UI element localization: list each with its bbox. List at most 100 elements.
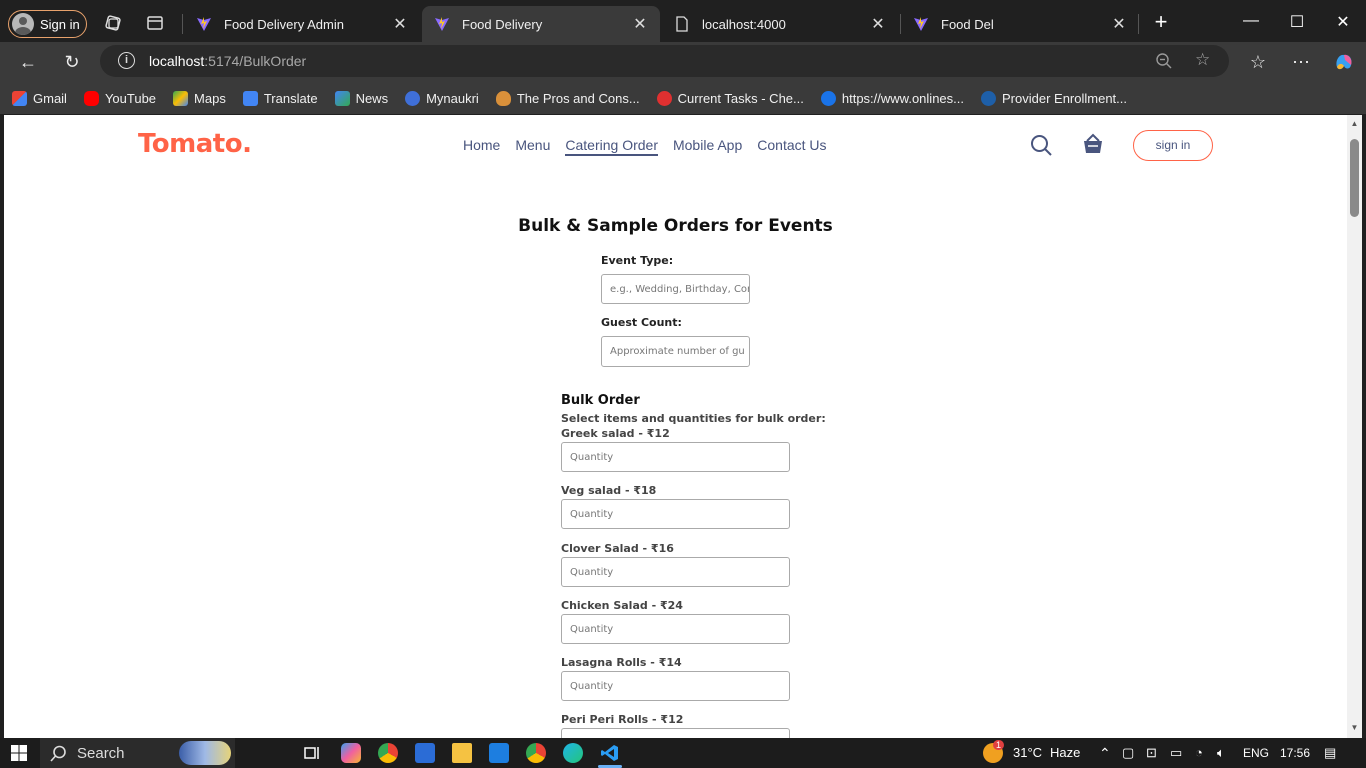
- back-button[interactable]: ←: [17, 51, 39, 73]
- item-label-peri-peri-rolls: Peri Peri Rolls - ₹12: [561, 713, 684, 726]
- copilot-icon[interactable]: [1333, 51, 1355, 73]
- tab-title: localhost:4000: [702, 16, 786, 32]
- maximize-button[interactable]: ☐: [1286, 12, 1308, 32]
- bookmark-youtube[interactable]: YouTube: [83, 90, 156, 106]
- language-indicator[interactable]: ENG: [1243, 746, 1269, 760]
- bookmark-pros-cons[interactable]: The Pros and Cons...: [495, 90, 640, 106]
- quantity-input-chicken-salad[interactable]: Quantity: [561, 614, 790, 644]
- page-viewport: Tomato. Home Menu Catering Order Mobile …: [4, 115, 1347, 738]
- item-label-veg-salad: Veg salad - ₹18: [561, 484, 657, 497]
- minimize-button[interactable]: —: [1240, 12, 1262, 30]
- scroll-up-icon[interactable]: ▲: [1350, 119, 1359, 128]
- tab-title: Food Delivery Admin: [224, 16, 344, 32]
- reload-button[interactable]: ↻: [61, 51, 83, 73]
- workspaces-icon[interactable]: [104, 14, 122, 32]
- tab-food-del[interactable]: Food Del ✕: [901, 6, 1139, 42]
- tray-app-icon[interactable]: ▢: [1122, 745, 1134, 761]
- search-icon[interactable]: [1030, 134, 1052, 156]
- bulk-order-heading: Bulk Order: [561, 393, 640, 408]
- youtube-icon: [83, 90, 99, 106]
- close-window-button[interactable]: ✕: [1332, 12, 1354, 32]
- bookmark-news[interactable]: News: [334, 90, 388, 106]
- site-logo[interactable]: Tomato.: [138, 129, 252, 159]
- file-explorer-icon[interactable]: [452, 743, 472, 763]
- close-icon[interactable]: ✕: [1111, 14, 1127, 34]
- bookmark-onlines[interactable]: https://www.onlines...: [820, 90, 964, 106]
- item-label-lasagna-rolls: Lasagna Rolls - ₹14: [561, 656, 682, 669]
- item-label-chicken-salad: Chicken Salad - ₹24: [561, 599, 683, 612]
- translate-icon: [242, 90, 258, 106]
- search-highlight-icon: [179, 741, 231, 765]
- tab-food-delivery-admin[interactable]: Food Delivery Admin ✕: [184, 6, 420, 42]
- copilot-app-icon[interactable]: [341, 743, 361, 763]
- zoom-icon[interactable]: [1155, 52, 1173, 70]
- event-type-input[interactable]: e.g., Wedding, Birthday, Corp: [601, 274, 750, 304]
- close-icon[interactable]: ✕: [870, 14, 886, 34]
- bookmark-mynaukri[interactable]: Mynaukri: [405, 90, 479, 106]
- favorite-star-icon[interactable]: ☆: [1195, 50, 1210, 70]
- flame-icon: [495, 90, 511, 106]
- edge-icon[interactable]: [563, 743, 583, 763]
- volume-icon[interactable]: 🔈︎: [1217, 745, 1225, 761]
- store-icon[interactable]: [415, 743, 435, 763]
- scroll-thumb[interactable]: [1350, 139, 1359, 217]
- weather-desc[interactable]: Haze: [1050, 745, 1080, 760]
- browser-tab-bar: Sign in Food Delivery Admin ✕ Food Deliv…: [0, 0, 1366, 46]
- chrome-profile-icon[interactable]: [526, 743, 546, 763]
- tab-title: Food Delivery: [462, 16, 543, 32]
- tab-localhost-4000[interactable]: localhost:4000 ✕: [662, 6, 898, 42]
- quantity-input-clover-salad[interactable]: Quantity: [561, 557, 790, 587]
- wifi-icon[interactable]: ◔: [1195, 745, 1203, 760]
- new-tab-button[interactable]: +: [1150, 9, 1172, 35]
- tab-actions-icon[interactable]: [146, 14, 164, 32]
- signin-button[interactable]: sign in: [1133, 130, 1213, 161]
- taskbar-search[interactable]: Search: [40, 738, 235, 768]
- quantity-input-peri-peri-rolls[interactable]: Quantity: [561, 728, 790, 738]
- windows-taskbar: Search 1 31°C Haze ⌃ ▢ ⊡ ▭ ◔ 🔈︎ ENG 17:5…: [0, 738, 1366, 768]
- more-options-icon[interactable]: ⋯: [1290, 51, 1312, 73]
- quantity-input-veg-salad[interactable]: Quantity: [561, 499, 790, 529]
- page-scrollbar[interactable]: ▲ ▼: [1347, 115, 1362, 738]
- battery-icon[interactable]: ▭: [1170, 745, 1182, 761]
- menu-contact-us[interactable]: Contact Us: [757, 137, 826, 156]
- weather-temp[interactable]: 31°C: [1013, 745, 1042, 760]
- page-favicon-icon: [676, 16, 688, 32]
- close-icon[interactable]: ✕: [392, 14, 408, 34]
- close-icon[interactable]: ✕: [632, 14, 648, 34]
- notifications-icon[interactable]: ▤: [1324, 745, 1336, 761]
- menu-menu[interactable]: Menu: [515, 137, 550, 156]
- site-info-icon[interactable]: i: [118, 52, 135, 69]
- mynaukri-icon: [405, 90, 421, 106]
- gmail-icon: [12, 90, 27, 106]
- bookmarks-bar: Gmail YouTube Maps Translate News Mynauk…: [0, 82, 1366, 114]
- task-view-icon[interactable]: [302, 743, 322, 763]
- tab-title: Food Del: [941, 16, 994, 32]
- tray-network-alert-icon[interactable]: ⊡: [1146, 745, 1157, 761]
- bookmark-maps[interactable]: Maps: [173, 90, 226, 106]
- quantity-input-greek-salad[interactable]: Quantity: [561, 442, 790, 472]
- bookmark-provider-enrollment[interactable]: Provider Enrollment...: [981, 90, 1127, 106]
- menu-catering-order[interactable]: Catering Order: [565, 137, 658, 156]
- vite-favicon-icon: [435, 17, 449, 31]
- tab-food-delivery[interactable]: Food Delivery ✕: [422, 6, 660, 42]
- menu-home[interactable]: Home: [463, 137, 500, 156]
- scroll-down-icon[interactable]: ▼: [1350, 723, 1359, 732]
- bookmark-translate[interactable]: Translate: [242, 90, 318, 106]
- vite-favicon-icon: [914, 17, 928, 31]
- mail-icon[interactable]: [489, 743, 509, 763]
- bookmark-gmail[interactable]: Gmail: [12, 90, 67, 106]
- vscode-icon[interactable]: [600, 743, 620, 763]
- guest-count-label: Guest Count:: [601, 316, 682, 329]
- basket-icon[interactable]: [1081, 132, 1105, 156]
- windows-start-icon[interactable]: [9, 743, 29, 763]
- menu-mobile-app[interactable]: Mobile App: [673, 137, 742, 156]
- favorites-icon[interactable]: ☆: [1247, 51, 1269, 73]
- guest-count-input[interactable]: Approximate number of gu: [601, 336, 750, 367]
- clock-time[interactable]: 17:56: [1280, 746, 1310, 760]
- chevron-up-icon[interactable]: ⌃: [1099, 745, 1111, 762]
- profile-signin-button[interactable]: Sign in: [8, 10, 87, 38]
- bookmark-current-tasks[interactable]: Current Tasks - Che...: [656, 90, 804, 106]
- quantity-input-lasagna-rolls[interactable]: Quantity: [561, 671, 790, 701]
- address-bar[interactable]: i localhost:5174/BulkOrder ☆: [100, 45, 1229, 77]
- chrome-icon[interactable]: [378, 743, 398, 763]
